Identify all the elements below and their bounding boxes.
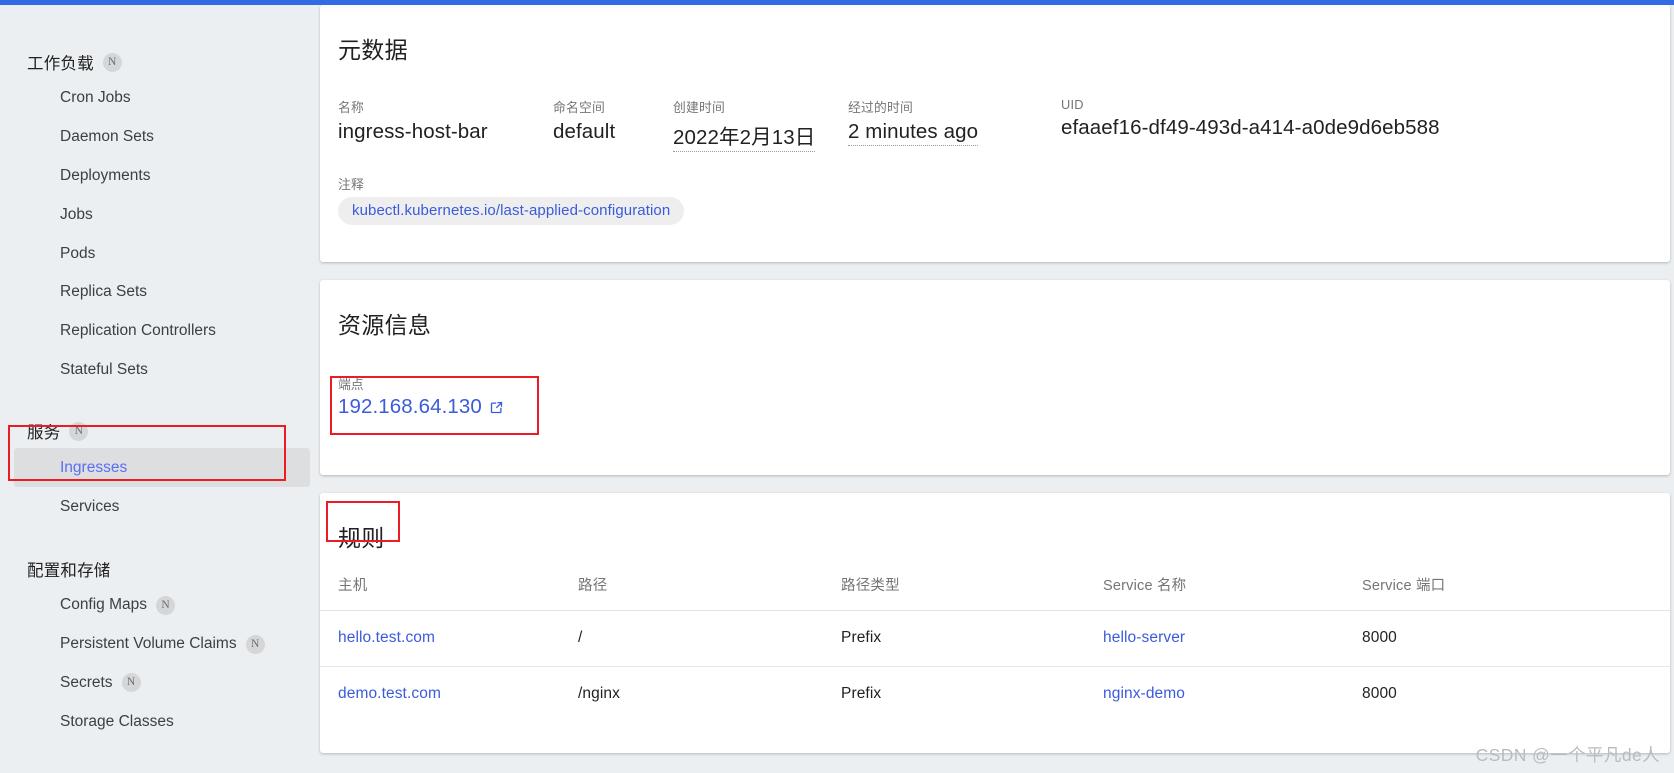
metadata-field-namespace-value: default [553, 120, 616, 143]
rules-table-header-row: 主机 路径 路径类型 Service 名称 Service 端口 [320, 574, 1670, 611]
sidebar-item-cron-jobs[interactable]: Cron Jobs [14, 79, 310, 118]
sidebar-item-label: Persistent Volume Claims [60, 635, 237, 653]
metadata-fields-row: 名称 ingress-host-bar 命名空间 default 创建时间 20… [320, 97, 1670, 152]
metadata-field-age: 经过的时间 2 minutes ago [848, 97, 1061, 152]
sidebar-group-workloads: 工作负载 N [0, 45, 318, 79]
metadata-field-uid: UID efaaef16-df49-493d-a414-a0de9d6eb588 [1061, 97, 1531, 152]
column-header-service-port[interactable]: Service 端口 [1362, 574, 1670, 611]
metadata-field-created: 创建时间 2022年2月13日 [673, 97, 848, 152]
sidebar-item-label: Deployments [60, 166, 151, 184]
sidebar-item-daemon-sets[interactable]: Daemon Sets [14, 118, 310, 157]
metadata-field-namespace-label: 命名空间 [553, 100, 605, 115]
sidebar-item-label: Daemon Sets [60, 128, 154, 146]
rules-card-title: 规则 [338, 525, 385, 551]
rules-table-body: hello.test.com / Prefix hello-server 800… [320, 610, 1670, 723]
sidebar-item-label: Jobs [60, 205, 93, 223]
metadata-field-age-value[interactable]: 2 minutes ago [848, 120, 979, 146]
sidebar-item-label: Services [60, 497, 120, 515]
rules-table-head: 主机 路径 路径类型 Service 名称 Service 端口 [320, 574, 1670, 611]
host-link[interactable]: demo.test.com [338, 685, 441, 702]
metadata-field-uid-label: UID [1061, 97, 1084, 112]
metadata-field-namespace: 命名空间 default [553, 97, 673, 152]
metadata-field-name-value: ingress-host-bar [338, 120, 488, 143]
csdn-watermark: CSDN @一个平凡de人 [1475, 745, 1660, 765]
sidebar-group-workloads-label: 工作负载 [27, 55, 94, 73]
namespace-badge-icon: N [69, 421, 89, 441]
cell-host: demo.test.com [320, 667, 578, 723]
sidebar-item-jobs[interactable]: Jobs [14, 195, 310, 234]
metadata-annotations-label: 注释 [338, 177, 364, 192]
sidebar-item-label: Storage Classes [60, 712, 174, 730]
table-row: demo.test.com /nginx Prefix nginx-demo 8… [320, 667, 1670, 723]
sidebar-item-storage-classes[interactable]: Storage Classes [14, 702, 310, 741]
sidebar-item-label: Ingresses [60, 458, 128, 476]
metadata-field-name-label: 名称 [338, 100, 364, 115]
namespace-badge-icon: N [245, 634, 265, 654]
metadata-field-uid-value: efaaef16-df49-493d-a414-a0de9d6eb588 [1061, 116, 1440, 139]
sidebar-item-secrets[interactable]: Secrets N [14, 664, 310, 703]
table-row: hello.test.com / Prefix hello-server 800… [320, 610, 1670, 667]
column-header-path[interactable]: 路径 [578, 574, 841, 611]
metadata-card-title: 元数据 [338, 37, 408, 63]
rules-table: 主机 路径 路径类型 Service 名称 Service 端口 hello.t… [320, 574, 1670, 722]
metadata-field-created-value[interactable]: 2022年2月13日 [673, 120, 816, 152]
sidebar-group-config-storage: 配置和存储 [0, 552, 318, 586]
sidebar-item-label: Replication Controllers [60, 322, 216, 340]
annotation-chip-last-applied-configuration[interactable]: kubectl.kubernetes.io/last-applied-confi… [338, 197, 685, 225]
sidebar-item-config-maps[interactable]: Config Maps N [14, 586, 310, 625]
cell-service-name: hello-server [1103, 610, 1362, 667]
resource-info-card-title: 资源信息 [338, 312, 432, 338]
endpoint-label: 端点 [338, 377, 364, 392]
column-header-host[interactable]: 主机 [320, 574, 578, 611]
service-link[interactable]: nginx-demo [1103, 685, 1185, 702]
host-link[interactable]: hello.test.com [338, 629, 435, 646]
sidebar-item-label: Secrets [60, 673, 113, 691]
sidebar-item-stateful-sets[interactable]: Stateful Sets [14, 351, 310, 390]
sidebar-item-ingresses[interactable]: Ingresses [14, 448, 310, 488]
cell-service-port: 8000 [1362, 685, 1397, 702]
cell-host: hello.test.com [320, 610, 578, 667]
metadata-annotations-block: 注释 kubectl.kubernetes.io/last-applied-co… [320, 174, 1670, 225]
namespace-badge-icon: N [156, 595, 176, 615]
sidebar-item-replication-controllers[interactable]: Replication Controllers [14, 312, 310, 351]
top-accent-bar [0, 0, 1674, 5]
rules-card: 规则 主机 路径 路径类型 Service 名称 Service 端口 hell… [320, 493, 1670, 753]
sidebar-item-persistent-volume-claims[interactable]: Persistent Volume Claims N [14, 625, 310, 664]
column-header-path-type[interactable]: 路径类型 [841, 574, 1103, 611]
cell-path-type: Prefix [841, 610, 1103, 667]
endpoint-link[interactable]: 192.168.64.130 [338, 395, 504, 419]
main-content: 元数据 名称 ingress-host-bar 命名空间 default 创建时… [318, 5, 1674, 773]
sidebar-item-services[interactable]: Services [14, 487, 310, 526]
endpoint-block: 端点 192.168.64.130 [320, 374, 1670, 419]
column-header-service-name[interactable]: Service 名称 [1103, 574, 1362, 611]
sidebar-item-label: Stateful Sets [60, 360, 148, 378]
sidebar-group-services: 服务 N [0, 414, 318, 448]
cell-service-name: nginx-demo [1103, 667, 1362, 723]
resource-info-card: 资源信息 端点 192.168.64.130 [320, 280, 1670, 475]
sidebar-item-label: Replica Sets [60, 283, 148, 301]
cell-service-port: 8000 [1362, 610, 1670, 667]
external-link-icon [489, 400, 504, 415]
service-link[interactable]: hello-server [1103, 629, 1185, 646]
metadata-field-name: 名称 ingress-host-bar [338, 97, 553, 152]
sidebar-item-replica-sets[interactable]: Replica Sets [14, 273, 310, 312]
cell-path: / [578, 610, 841, 667]
sidebar-item-label: Pods [60, 244, 96, 262]
sidebar-item-deployments[interactable]: Deployments [14, 157, 310, 196]
metadata-field-created-label: 创建时间 [673, 100, 725, 115]
sidebar-item-label: Cron Jobs [60, 89, 131, 107]
metadata-field-age-label: 经过的时间 [848, 100, 913, 115]
sidebar-group-config-storage-label: 配置和存储 [27, 561, 111, 580]
sidebar-item-pods[interactable]: Pods [14, 234, 310, 273]
endpoint-value: 192.168.64.130 [338, 395, 482, 418]
metadata-card: 元数据 名称 ingress-host-bar 命名空间 default 创建时… [320, 5, 1670, 262]
cell-path-type: Prefix [841, 685, 882, 702]
sidebar-group-services-label: 服务 [27, 424, 61, 443]
namespace-badge-icon: N [121, 673, 141, 693]
sidebar-navigation: 工作负载 N Cron Jobs Daemon Sets Deployments… [0, 5, 318, 773]
cell-path: /nginx [578, 685, 620, 702]
sidebar-item-label: Config Maps [60, 596, 148, 614]
namespace-badge-icon: N [102, 52, 122, 72]
